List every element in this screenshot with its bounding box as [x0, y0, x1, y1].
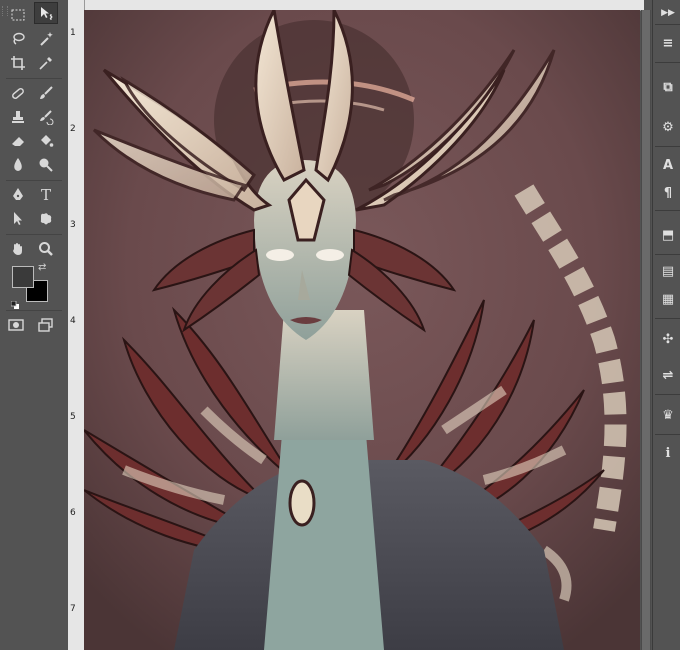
path-selection-icon	[14, 212, 22, 225]
quick-mask-icon	[8, 319, 24, 331]
eraser-icon	[12, 137, 24, 146]
panel-divider	[655, 434, 680, 435]
ruler-number: 2	[70, 124, 76, 134]
dodge-tool[interactable]	[34, 154, 58, 176]
blur-tool[interactable]	[6, 154, 30, 176]
tool-presets-icon[interactable]: ✣	[659, 330, 677, 348]
panel-divider	[655, 318, 680, 319]
zoom-icon	[39, 242, 53, 256]
panel-divider	[655, 24, 680, 25]
vertical-ruler: 1 2 3 4 5 6 7	[68, 0, 85, 650]
panel-divider	[655, 210, 680, 211]
rotate-view-tool[interactable]	[6, 238, 30, 260]
magic-wand-tool[interactable]	[34, 28, 58, 50]
bandage-icon	[12, 88, 24, 99]
pen-tool[interactable]	[6, 184, 30, 206]
tools-panel: T ⇄	[0, 0, 69, 650]
panel-divider	[655, 62, 680, 63]
hand-icon	[13, 243, 22, 255]
foreground-color-swatch[interactable]	[12, 266, 34, 288]
type-tool[interactable]: T	[34, 184, 58, 206]
magic-wand-icon	[40, 32, 53, 46]
ruler-number: 3	[70, 220, 76, 230]
marquee-icon	[11, 9, 25, 21]
move-tool[interactable]	[34, 2, 58, 24]
history-brush-icon	[40, 110, 54, 125]
channels-panel-icon[interactable]: ▦	[659, 290, 677, 308]
lasso-icon	[13, 32, 25, 45]
dodge-icon	[39, 158, 53, 172]
screen-mode-icon	[38, 318, 53, 332]
panel-dock: ▶▶ ≡ ⧉ ⚙ A ¶ ⬒ ▤ ▦ ✣ ⇌ ♛ i	[652, 0, 680, 650]
history-panel-icon[interactable]: ≡	[659, 34, 677, 52]
scrollbar-thumb[interactable]	[642, 10, 650, 650]
healing-brush-tool[interactable]	[6, 82, 30, 104]
ruler-number: 5	[70, 412, 76, 422]
painting-image	[84, 10, 640, 650]
collapse-panels-icon[interactable]: ▶▶	[659, 4, 677, 22]
eraser-tool[interactable]	[6, 130, 30, 152]
toolbar-divider	[6, 78, 62, 79]
crop-tool[interactable]	[6, 52, 30, 74]
default-colors-icon[interactable]	[10, 294, 19, 309]
brush-settings-icon[interactable]: ⚙	[659, 118, 677, 136]
eyedropper-tool[interactable]	[34, 52, 58, 74]
pen-icon	[13, 188, 23, 200]
adjustments-panel-icon[interactable]: ⇌	[659, 366, 677, 384]
brush-icon	[40, 86, 53, 99]
ruler-number: 6	[70, 508, 76, 518]
info-panel-icon[interactable]: i	[659, 444, 677, 462]
brush-tool[interactable]	[34, 82, 58, 104]
rectangular-marquee-tool[interactable]	[6, 4, 30, 26]
panel-divider	[655, 146, 680, 147]
panel-divider	[655, 394, 680, 395]
custom-shape-tool[interactable]	[34, 208, 58, 230]
toolbar-divider	[6, 234, 62, 235]
path-selection-tool[interactable]	[6, 208, 30, 230]
clone-stamp-tool[interactable]	[6, 106, 30, 128]
swap-colors-icon[interactable]: ⇄	[38, 262, 46, 273]
paint-bucket-tool[interactable]	[34, 130, 58, 152]
vertical-scrollbar[interactable]	[641, 10, 651, 650]
document-canvas[interactable]	[84, 10, 640, 650]
panel-divider	[655, 254, 680, 255]
ruler-number: 7	[70, 604, 76, 614]
layer-comps-icon[interactable]: ⧉	[659, 78, 677, 96]
clone-source-icon[interactable]: ⬒	[659, 226, 677, 244]
stamp-icon	[12, 111, 24, 123]
lasso-tool[interactable]	[6, 28, 30, 50]
layers-panel-icon[interactable]: ▤	[659, 262, 677, 280]
shape-icon	[40, 213, 52, 225]
eyedropper-icon	[39, 57, 52, 70]
ruler-number: 4	[70, 316, 76, 326]
zoom-tool[interactable]	[34, 238, 58, 260]
toolbar-divider	[6, 310, 62, 311]
history-brush-tool[interactable]	[34, 106, 58, 128]
paint-bucket-icon	[41, 135, 54, 147]
toolbar-divider	[6, 180, 62, 181]
paragraph-panel-icon[interactable]: ¶	[659, 184, 677, 202]
crop-icon	[11, 56, 25, 70]
quick-mask-button[interactable]	[4, 314, 28, 336]
screen-mode-button[interactable]	[34, 314, 58, 336]
blur-icon	[14, 158, 22, 171]
ruler-number: 1	[70, 28, 76, 38]
move-icon	[41, 7, 53, 20]
character-panel-icon[interactable]: A	[659, 156, 677, 174]
actions-panel-icon[interactable]: ♛	[659, 406, 677, 424]
